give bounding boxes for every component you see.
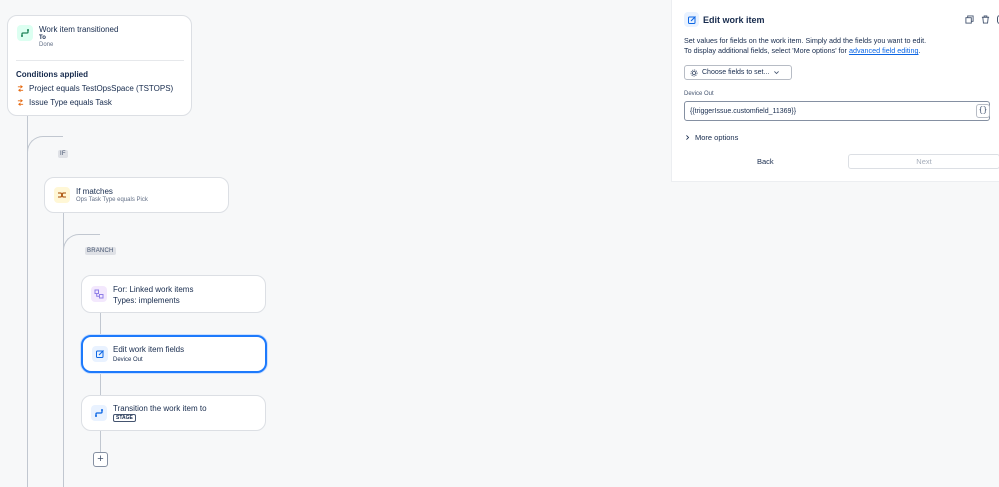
for-card[interactable]: For: Linked work items Types: implements <box>81 275 266 313</box>
flow-line <box>100 373 101 395</box>
chevron-down-icon <box>774 71 780 75</box>
next-button[interactable]: Next <box>848 154 999 169</box>
smart-value-button[interactable]: {} <box>976 104 990 118</box>
condition-item: Issue Type equals Task <box>17 98 112 107</box>
gear-icon <box>690 69 698 76</box>
edit-title: Edit work item fields <box>113 345 185 354</box>
desc-line-2: To display additional fields, select 'Mo… <box>684 46 926 56</box>
if-tag: IF <box>58 150 68 158</box>
condition-text: Project equals TestOpsSpace (TSTOPS) <box>29 84 174 93</box>
choose-fields-label: Choose fields to set... <box>702 69 770 76</box>
flow-line <box>100 431 101 453</box>
trigger-to-value: Done <box>39 42 54 48</box>
panel-description: Set values for fields on the work item. … <box>684 36 926 56</box>
delete-icon[interactable] <box>981 15 990 24</box>
conditions-heading: Conditions applied <box>16 70 88 79</box>
divider <box>16 60 184 61</box>
desc-line-1: Set values for fields on the work item. … <box>684 36 927 45</box>
more-options-label: More options <box>695 133 739 142</box>
stage-tag: STAGE <box>113 414 136 422</box>
back-button[interactable]: Back <box>757 157 774 166</box>
if-subtitle: Ops Task Type equals Pick <box>76 197 148 203</box>
if-card[interactable]: If matches Ops Task Type equals Pick <box>44 177 229 213</box>
for-title: For: Linked work items <box>113 285 194 294</box>
condition-icon <box>17 85 24 92</box>
edit-subtitle: Device Out <box>113 357 143 363</box>
linked-items-icon <box>91 286 107 302</box>
if-title: If matches <box>76 187 113 196</box>
trigger-title: Work item transitioned <box>39 25 119 34</box>
choose-fields-dropdown[interactable]: Choose fields to set... <box>684 65 792 80</box>
condition-item: Project equals TestOpsSpace (TSTOPS) <box>17 84 173 93</box>
edit-icon <box>92 346 108 362</box>
edit-panel: Edit work item Set values for fields on … <box>671 0 999 182</box>
add-step-button[interactable]: + <box>93 452 108 467</box>
transition-icon <box>17 25 33 41</box>
trigger-to-label: To <box>39 35 46 41</box>
transition-icon <box>91 405 107 421</box>
duplicate-icon[interactable] <box>965 15 974 24</box>
branch-tag: BRANCH <box>85 247 116 255</box>
edit-icon <box>684 12 699 27</box>
transition-title: Transition the work item to <box>113 404 207 413</box>
device-out-label: Device Out <box>684 91 714 97</box>
branch-icon <box>54 187 70 203</box>
condition-icon <box>17 99 24 106</box>
advanced-field-editing-link[interactable]: advanced field editing <box>849 46 919 55</box>
more-options-toggle[interactable]: More options <box>684 133 738 142</box>
panel-title: Edit work item <box>703 15 765 25</box>
edit-fields-card[interactable]: Edit work item fields Device Out <box>81 335 267 373</box>
desc-prefix: To display additional fields, select 'Mo… <box>684 46 849 55</box>
desc-suffix: . <box>918 46 921 55</box>
condition-text: Issue Type equals Task <box>29 98 112 107</box>
chevron-right-icon <box>686 135 690 140</box>
trigger-card[interactable]: Work item transitioned To Done Condition… <box>7 15 192 116</box>
transition-card[interactable]: Transition the work item to STAGE <box>81 395 266 431</box>
device-out-input[interactable]: {{triggerIssue.customfield_11369}} <box>684 101 990 121</box>
for-subtitle: Types: implements <box>113 296 180 305</box>
flow-line <box>100 313 101 335</box>
